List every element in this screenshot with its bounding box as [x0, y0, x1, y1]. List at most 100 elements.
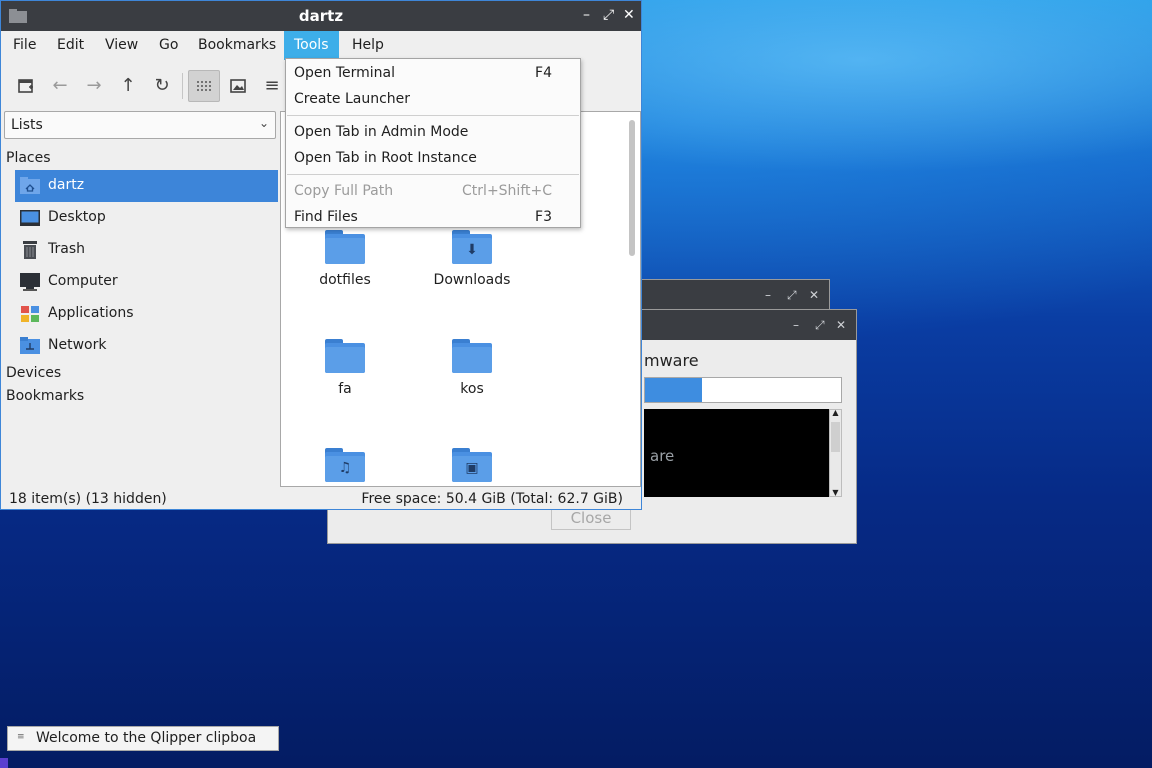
- side-pane-mode-value: Lists: [11, 117, 43, 133]
- file-name: kos: [460, 381, 484, 397]
- firmware-progress-bar: [644, 377, 842, 403]
- file-name: fa: [338, 381, 352, 397]
- file-item-downloads[interactable]: ⬇ Downloads: [417, 230, 527, 288]
- computer-icon: [20, 273, 40, 291]
- maximize-icon[interactable]: ⤢: [787, 288, 797, 302]
- file-view-scrollbar[interactable]: [629, 120, 635, 256]
- window-title: dartz: [298, 7, 344, 25]
- toolbar-separator: [182, 73, 183, 99]
- taskbar-corner[interactable]: [0, 758, 8, 768]
- status-item-count: 18 item(s) (13 hidden): [9, 491, 167, 507]
- window-titlebar[interactable]: dartz – ⤢ ✕: [1, 1, 641, 31]
- menu-item-label: Open Tab in Admin Mode: [294, 124, 469, 140]
- minimize-icon[interactable]: –: [793, 318, 799, 332]
- scroll-up-icon[interactable]: ▲: [830, 408, 841, 417]
- desktop-icon: [20, 210, 40, 226]
- side-pane-mode-select[interactable]: Lists ⌄: [4, 111, 276, 139]
- firmware-log-scrollbar[interactable]: ▲ ▼: [829, 408, 842, 497]
- menu-item-open-terminal[interactable]: Open Terminal F4: [294, 61, 572, 87]
- forward-arrow-icon[interactable]: →: [79, 71, 109, 101]
- sidebar-item-label: Network: [48, 337, 107, 353]
- close-button-label: Close: [570, 509, 612, 527]
- maximize-icon[interactable]: ⤢: [603, 7, 614, 23]
- sidebar-item-label: dartz: [48, 177, 85, 193]
- menu-file[interactable]: File: [3, 31, 46, 60]
- applications-icon: [21, 306, 39, 322]
- sidebar-item-label: Computer: [48, 273, 118, 289]
- firmware-log: are: [644, 409, 829, 497]
- devices-header[interactable]: Devices: [6, 365, 61, 381]
- clipboard-notification[interactable]: ≡ Welcome to the Qlipper clipboa: [7, 726, 279, 751]
- menu-item-shortcut: F3: [535, 209, 552, 225]
- menu-tools[interactable]: Tools: [284, 31, 339, 60]
- file-name: dotfiles: [319, 272, 371, 288]
- new-tab-icon[interactable]: [11, 71, 41, 101]
- sidebar-item-applications[interactable]: Applications: [15, 298, 278, 330]
- list-view-icon[interactable]: ≡: [257, 71, 287, 101]
- sidebar-item-label: Trash: [48, 241, 85, 257]
- file-item-music[interactable]: ♫: [290, 448, 400, 486]
- minimize-icon[interactable]: –: [583, 7, 590, 23]
- file-item-pictures[interactable]: ▣: [417, 448, 527, 486]
- pictures-folder-icon: ▣: [452, 448, 492, 482]
- menu-item-shortcut: F4: [535, 65, 552, 81]
- file-name: Downloads: [433, 272, 511, 288]
- reload-icon[interactable]: ↻: [147, 71, 177, 101]
- menu-item-label: Copy Full Path: [294, 183, 394, 199]
- scroll-down-icon[interactable]: ▼: [830, 488, 841, 497]
- file-item-fa[interactable]: fa: [290, 339, 400, 397]
- menubar: File Edit View Go Bookmarks Tools Help: [1, 31, 641, 60]
- network-icon: [20, 337, 40, 354]
- menu-view[interactable]: View: [95, 31, 148, 60]
- thumbnail-view-icon[interactable]: [223, 71, 253, 101]
- background-window-back-titlebar: – ⤢ ✕: [635, 280, 829, 310]
- file-item-dotfiles[interactable]: dotfiles: [290, 230, 400, 288]
- menu-separator: [287, 115, 579, 116]
- back-arrow-icon[interactable]: ←: [45, 71, 75, 101]
- icon-view-icon[interactable]: [188, 70, 220, 102]
- music-folder-icon: ♫: [325, 448, 365, 482]
- sidebar-item-trash[interactable]: Trash: [15, 234, 278, 266]
- close-icon[interactable]: ✕: [623, 7, 635, 23]
- tools-menu-dropdown: Open Terminal F4 Create Launcher Open Ta…: [285, 58, 581, 228]
- firmware-dialog-heading: mware: [644, 351, 699, 370]
- menu-item-label: Open Terminal: [294, 65, 396, 81]
- file-item-kos[interactable]: kos: [417, 339, 527, 397]
- home-folder-icon: [20, 177, 40, 194]
- sidebar-item-desktop[interactable]: Desktop: [15, 202, 278, 234]
- places-header[interactable]: Places: [6, 150, 51, 166]
- scrollbar-thumb[interactable]: [831, 422, 840, 452]
- menu-go[interactable]: Go: [149, 31, 188, 60]
- menu-bookmarks[interactable]: Bookmarks: [188, 31, 286, 60]
- menu-item-shortcut: Ctrl+Shift+C: [462, 183, 552, 199]
- firmware-progress-fill: [645, 378, 702, 402]
- minimize-icon[interactable]: –: [765, 288, 771, 302]
- menu-edit[interactable]: Edit: [47, 31, 94, 60]
- status-free-space: Free space: 50.4 GiB (Total: 62.7 GiB): [361, 491, 623, 507]
- downloads-folder-icon: ⬇: [452, 230, 492, 264]
- firmware-log-text: are: [650, 447, 675, 465]
- close-icon[interactable]: ✕: [836, 318, 846, 332]
- maximize-icon[interactable]: ⤢: [815, 318, 825, 332]
- close-icon[interactable]: ✕: [809, 288, 819, 302]
- menu-item-label: Open Tab in Root Instance: [294, 150, 477, 166]
- folder-icon: [325, 230, 365, 264]
- sidebar-item-dartz[interactable]: dartz: [15, 170, 278, 202]
- menu-item-find-files[interactable]: Find Files F3: [294, 205, 572, 231]
- menu-item-open-tab-root[interactable]: Open Tab in Root Instance: [294, 146, 572, 172]
- menu-separator: [287, 174, 579, 175]
- sidebar-item-network[interactable]: Network: [15, 330, 278, 362]
- menu-item-create-launcher[interactable]: Create Launcher: [294, 87, 572, 113]
- chevron-down-icon: ⌄: [258, 116, 269, 130]
- folder-icon: [452, 339, 492, 373]
- up-arrow-icon[interactable]: ↑: [113, 71, 143, 101]
- menu-item-copy-full-path[interactable]: Copy Full Path Ctrl+Shift+C: [294, 179, 572, 205]
- sidebar-item-computer[interactable]: Computer: [15, 266, 278, 298]
- clipboard-icon: ≡: [17, 732, 25, 742]
- statusbar: 18 item(s) (13 hidden) Free space: 50.4 …: [1, 489, 641, 509]
- menu-item-open-tab-admin[interactable]: Open Tab in Admin Mode: [294, 120, 572, 146]
- sidebar-item-label: Desktop: [48, 209, 106, 225]
- menu-item-label: Find Files: [294, 209, 358, 225]
- bookmarks-header[interactable]: Bookmarks: [6, 388, 84, 404]
- menu-help[interactable]: Help: [342, 31, 394, 60]
